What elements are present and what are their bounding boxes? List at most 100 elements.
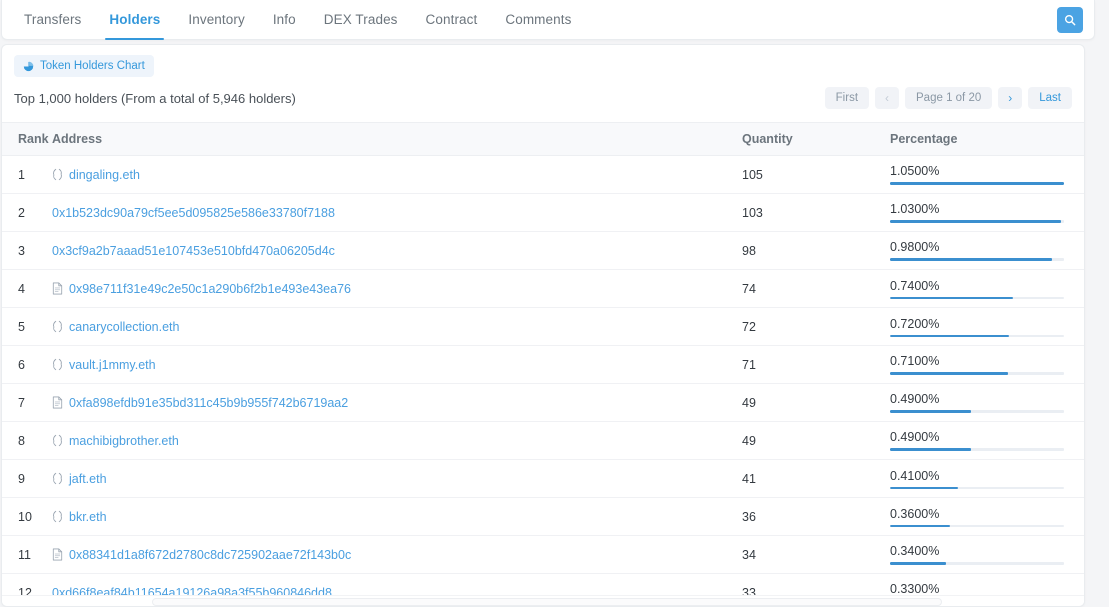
cell-rank: 4 (2, 270, 52, 308)
address-link[interactable]: vault.j1mmy.eth (69, 358, 156, 372)
tab-transfers[interactable]: Transfers (10, 0, 95, 40)
cell-address: canarycollection.eth (52, 308, 742, 346)
address-cell-content: canarycollection.eth (52, 320, 742, 334)
address-cell-content: 0x98e711f31e49c2e50c1a290b6f2b1e493e43ea… (52, 282, 742, 296)
address-link[interactable]: bkr.eth (69, 510, 107, 524)
holders-summary: Top 1,000 holders (From a total of 5,946… (14, 91, 296, 106)
cell-percentage: 0.7200% (890, 308, 1085, 346)
address-link[interactable]: 0x1b523dc90a79cf5ee5d095825e586e33780f71… (52, 206, 335, 220)
cell-percentage: 0.7400% (890, 270, 1085, 308)
address-cell-content: 0x88341d1a8f672d2780c8dc725902aae72f143b… (52, 548, 742, 562)
address-link[interactable]: dingaling.eth (69, 168, 140, 182)
table-body: 1dingaling.eth1051.0500%20x1b523dc90a79c… (2, 156, 1085, 607)
address-cell-content: jaft.eth (52, 472, 742, 486)
address-link[interactable]: 0x88341d1a8f672d2780c8dc725902aae72f143b… (69, 548, 351, 562)
table-row: 5canarycollection.eth720.7200% (2, 308, 1085, 346)
pagination-prev[interactable]: ‹ (875, 87, 899, 109)
cell-quantity: 34 (742, 536, 890, 574)
table-row: 11 0x88341d1a8f672d2780c8dc725902aae72f14… (2, 536, 1085, 574)
search-icon (1064, 14, 1076, 26)
table-header-row: Rank Address Quantity Percentage (2, 123, 1085, 156)
horizontal-scrollbar[interactable] (2, 595, 1084, 606)
percentage-bar-track (890, 220, 1064, 223)
cell-percentage: 0.4100% (890, 460, 1085, 498)
cell-percentage: 0.7100% (890, 346, 1085, 384)
cell-percentage: 0.3400% (890, 536, 1085, 574)
address-link[interactable]: canarycollection.eth (69, 320, 179, 334)
percentage-value: 0.7100% (890, 354, 1076, 368)
contract-icon (52, 282, 63, 295)
percentage-cell-content: 0.3400% (890, 544, 1085, 565)
cell-address: vault.j1mmy.eth (52, 346, 742, 384)
table-row: 8machibigbrother.eth490.4900% (2, 422, 1085, 460)
cell-quantity: 41 (742, 460, 890, 498)
percentage-value: 1.0500% (890, 164, 1076, 178)
cell-quantity: 36 (742, 498, 890, 536)
percentage-bar-fill (890, 410, 971, 413)
pagination-page-indicator: Page 1 of 20 (905, 87, 992, 109)
address-link[interactable]: 0xfa898efdb91e35bd311c45b9b955f742b6719a… (69, 396, 348, 410)
table-row: 6vault.j1mmy.eth710.7100% (2, 346, 1085, 384)
cell-percentage: 0.4900% (890, 384, 1085, 422)
cell-rank: 9 (2, 460, 52, 498)
percentage-value: 1.0300% (890, 202, 1076, 216)
percentage-bar-fill (890, 562, 946, 565)
address-cell-content: bkr.eth (52, 510, 742, 524)
search-button[interactable] (1057, 7, 1083, 33)
percentage-bar-track (890, 297, 1064, 299)
table-row: 10bkr.eth360.3600% (2, 498, 1085, 536)
pagination-last[interactable]: Last (1028, 87, 1072, 109)
percentage-value: 0.4900% (890, 392, 1076, 406)
percentage-bar-track (890, 372, 1064, 375)
tab-comments[interactable]: Comments (491, 0, 585, 40)
tab-info[interactable]: Info (259, 0, 310, 40)
column-header-rank: Rank (2, 123, 52, 156)
cell-address: 0x88341d1a8f672d2780c8dc725902aae72f143b… (52, 536, 742, 574)
percentage-cell-content: 0.7100% (890, 354, 1085, 375)
ens-icon (52, 320, 63, 333)
tab-contract[interactable]: Contract (412, 0, 492, 40)
percentage-bar-fill (890, 182, 1064, 185)
horizontal-scrollbar-thumb[interactable] (152, 598, 942, 606)
page-root: TransfersHoldersInventoryInfoDEX TradesC… (0, 0, 1109, 607)
tab-list: TransfersHoldersInventoryInfoDEX TradesC… (2, 0, 1057, 40)
cell-rank: 11 (2, 536, 52, 574)
address-link[interactable]: 0x3cf9a2b7aaad51e107453e510bfd470a06205d… (52, 244, 335, 258)
percentage-value: 0.3400% (890, 544, 1076, 558)
contract-icon (52, 548, 63, 561)
token-holders-chart-label: Token Holders Chart (40, 60, 145, 72)
pagination-next[interactable]: › (998, 87, 1022, 109)
address-cell-content: dingaling.eth (52, 168, 742, 182)
cell-quantity: 103 (742, 194, 890, 232)
table-head: Rank Address Quantity Percentage (2, 123, 1085, 156)
ens-icon (52, 472, 63, 485)
percentage-bar-track (890, 487, 1064, 489)
cell-address: machibigbrother.eth (52, 422, 742, 460)
cell-address: dingaling.eth (52, 156, 742, 194)
summary-row: Top 1,000 holders (From a total of 5,946… (2, 77, 1084, 109)
cell-quantity: 49 (742, 422, 890, 460)
percentage-bar-fill (890, 297, 1013, 299)
cell-rank: 5 (2, 308, 52, 346)
tab-dex-trades[interactable]: DEX Trades (310, 0, 412, 40)
cell-address: 0x1b523dc90a79cf5ee5d095825e586e33780f71… (52, 194, 742, 232)
ens-icon (52, 434, 63, 447)
percentage-value: 0.4100% (890, 469, 1076, 483)
pagination-first[interactable]: First (825, 87, 869, 109)
percentage-cell-content: 1.0300% (890, 202, 1085, 223)
address-link[interactable]: 0x98e711f31e49c2e50c1a290b6f2b1e493e43ea… (69, 282, 351, 296)
ens-icon (52, 358, 63, 371)
percentage-bar-fill (890, 487, 958, 489)
percentage-cell-content: 1.0500% (890, 164, 1085, 185)
cell-rank: 10 (2, 498, 52, 536)
address-link[interactable]: jaft.eth (69, 472, 107, 486)
percentage-bar-track (890, 182, 1064, 185)
cell-address: 0x3cf9a2b7aaad51e107453e510bfd470a06205d… (52, 232, 742, 270)
chart-button-row: Token Holders Chart (2, 45, 1084, 77)
tab-holders[interactable]: Holders (95, 0, 174, 40)
token-holders-chart-button[interactable]: Token Holders Chart (14, 55, 154, 77)
table-row: 30x3cf9a2b7aaad51e107453e510bfd470a06205… (2, 232, 1085, 270)
address-link[interactable]: machibigbrother.eth (69, 434, 179, 448)
tab-inventory[interactable]: Inventory (174, 0, 258, 40)
percentage-value: 0.7200% (890, 317, 1076, 331)
